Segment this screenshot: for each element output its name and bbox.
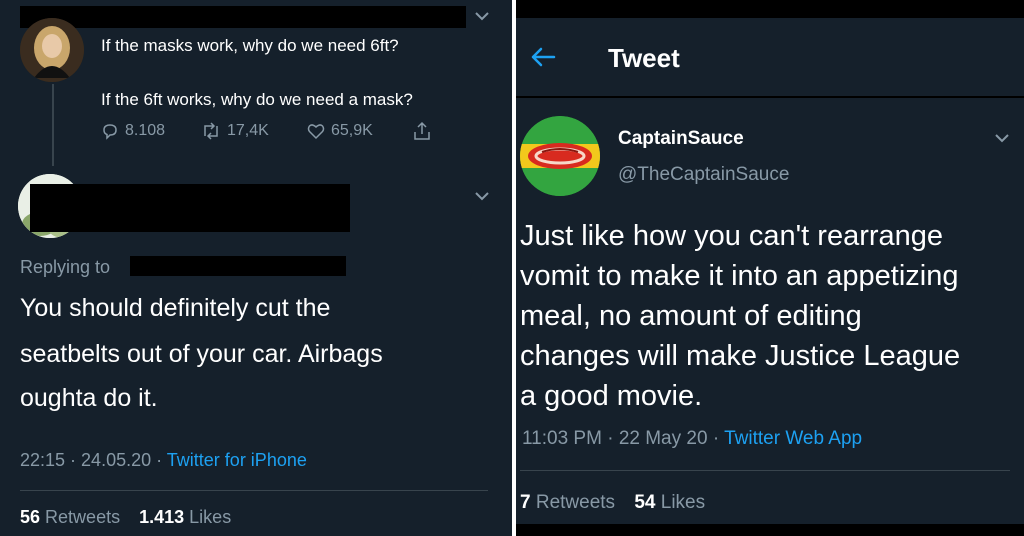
like-label: Likes xyxy=(189,507,232,527)
like-count: 65,9K xyxy=(331,122,373,139)
tweet-time: 11:03 PM xyxy=(522,428,602,449)
retweet-label: Retweets xyxy=(535,492,616,513)
reply-action[interactable]: 8.108 xyxy=(101,122,171,140)
tweet-action-bar: 8.108 17,4K 65,9K xyxy=(101,121,431,141)
retweet-count: 17,4K xyxy=(227,122,269,139)
like-total: 1.413 xyxy=(139,507,185,527)
engagement-stats: 56 Retweets 1.413 Likes xyxy=(20,507,231,528)
avatar[interactable] xyxy=(520,116,600,196)
tweet-body-line: Just like how you can't rearrange xyxy=(520,220,944,252)
replying-to-label: Replying to xyxy=(20,257,111,277)
redacted-name-block xyxy=(30,184,350,232)
tweet-body-line: vomit to make it into an appetizing xyxy=(520,260,959,292)
tweet-text-line: If the masks work, why do we need 6ft? xyxy=(101,36,399,55)
tweet-meta-line: 11:03 PM · 22 May 20 · Twitter Web App xyxy=(522,428,863,449)
tweet-body-line: changes will make Justice League xyxy=(520,340,961,372)
thread-connector-line xyxy=(52,84,54,166)
reply-body-line: seatbelts out of your car. Airbags xyxy=(20,340,383,368)
chevron-down-icon[interactable] xyxy=(994,132,1010,144)
retweet-total: 7 xyxy=(520,492,531,513)
engagement-stats: 7 Retweets 54 Likes xyxy=(520,492,705,514)
retweets-stat[interactable]: 56 Retweets xyxy=(20,507,120,527)
divider xyxy=(20,490,488,491)
reply-count: 8.108 xyxy=(125,122,166,139)
tweet-text-line: If the 6ft works, why do we need a mask? xyxy=(101,90,413,109)
retweet-icon xyxy=(204,122,218,140)
tweet-date: 24.05.20 xyxy=(81,450,152,470)
chevron-down-icon[interactable] xyxy=(474,190,490,202)
retweet-total: 56 xyxy=(20,507,41,527)
likes-stat[interactable]: 1.413 Likes xyxy=(139,507,231,527)
bottom-strip xyxy=(516,524,1024,536)
back-arrow-icon[interactable] xyxy=(530,46,556,68)
redacted-reply-handle xyxy=(130,256,346,276)
reply-icon xyxy=(103,124,117,140)
avatar-photo xyxy=(20,18,84,82)
tweet-source-link[interactable]: Twitter for iPhone xyxy=(167,450,307,470)
likes-stat[interactable]: 54 Likes xyxy=(634,492,705,513)
retweet-label: Retweets xyxy=(45,507,121,527)
tweet-time: 22:15 xyxy=(20,450,66,470)
tweet-body-line: meal, no amount of editing xyxy=(520,300,862,332)
redacted-username-bar xyxy=(20,6,466,28)
reply-body-line: oughta do it. xyxy=(20,384,158,412)
right-screenshot-panel: Tweet CaptainSauce @TheCaptainSauce Just… xyxy=(516,0,1024,536)
retweets-stat[interactable]: 7 Retweets xyxy=(520,492,615,513)
tweet-date: 22 May 20 xyxy=(618,428,708,449)
share-icon xyxy=(414,121,430,140)
avatar[interactable] xyxy=(20,18,84,82)
tweet-meta-line: 22:15 · 24.05.20 · Twitter for iPhone xyxy=(20,450,307,470)
header-title: Tweet xyxy=(608,43,680,73)
left-screenshot-panel: If the masks work, why do we need 6ft? I… xyxy=(0,0,512,536)
share-action[interactable] xyxy=(413,121,431,141)
display-name[interactable]: CaptainSauce xyxy=(618,128,744,150)
header-divider xyxy=(516,96,1024,98)
tweet-source-link[interactable]: Twitter Web App xyxy=(724,428,862,449)
captainsauce-logo xyxy=(520,116,600,196)
user-handle[interactable]: @TheCaptainSauce xyxy=(618,164,789,186)
like-total: 54 xyxy=(634,492,656,513)
divider xyxy=(520,470,1010,471)
tweet-body-line: a good movie. xyxy=(520,380,703,412)
heart-icon xyxy=(307,124,325,140)
chevron-down-icon[interactable] xyxy=(474,10,490,22)
reply-body-line: You should definitely cut the xyxy=(20,294,331,322)
retweet-action[interactable]: 17,4K xyxy=(201,122,293,140)
like-label: Likes xyxy=(660,492,706,513)
status-strip xyxy=(516,0,1024,18)
like-action[interactable]: 65,9K xyxy=(307,122,387,140)
